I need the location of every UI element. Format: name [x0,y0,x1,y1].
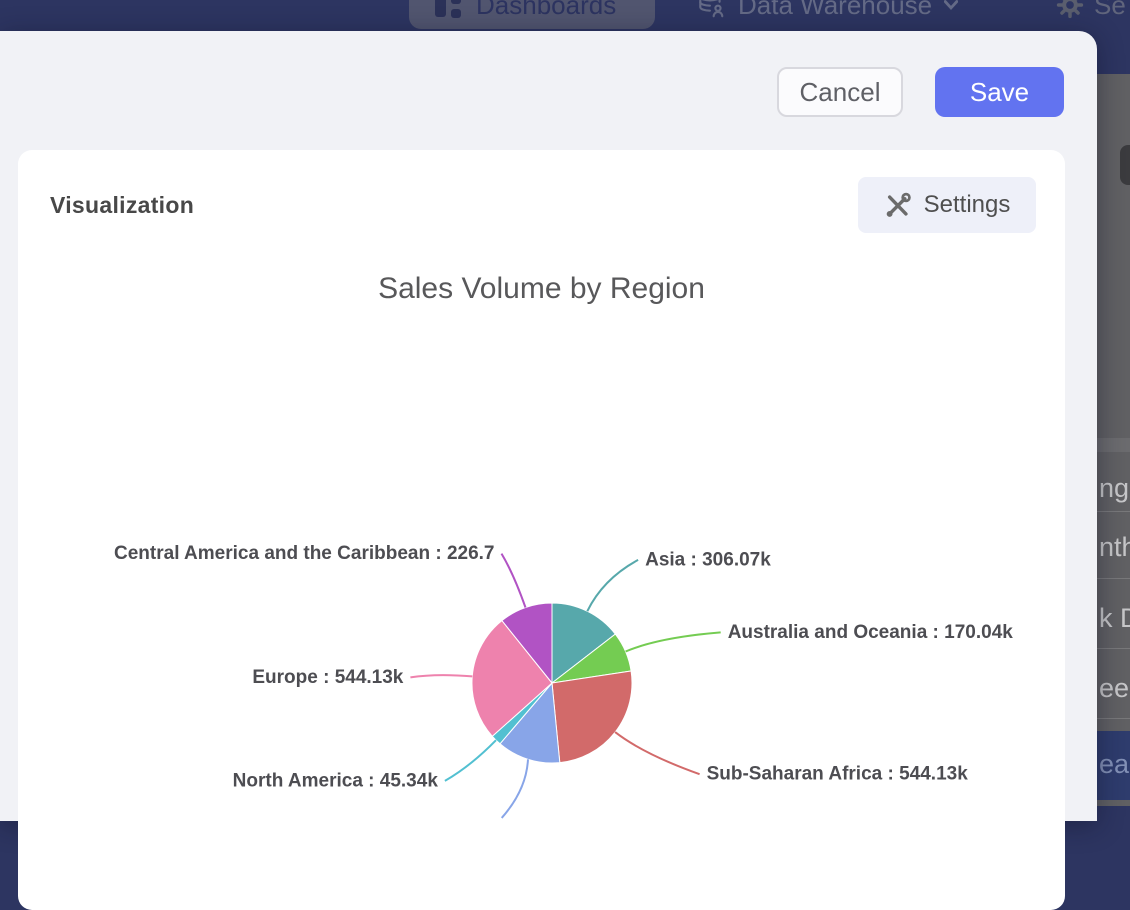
pie-label-central-america-and-the-caribbean: Central America and the Caribbean : 226.… [114,543,494,564]
chevron-down-icon [944,0,958,10]
dimmed-band [1097,438,1130,452]
pie-label-sub-saharan-africa: Sub-Saharan Africa : 544.13k [707,764,969,785]
pie-slice-sub-saharan-africa[interactable] [552,671,632,763]
nav-item-settings[interactable]: Se [1056,0,1126,29]
gear-icon [1056,0,1084,19]
divider [1097,511,1130,512]
dimmed-button-fragment [1120,145,1130,185]
list-item-fragment-week-day: k D [1099,602,1130,634]
list-item-fragment-week: eek [1099,672,1130,704]
nav-tab-dashboards[interactable]: Dashboards [409,0,655,29]
nav-item-settings-label: Se [1094,0,1126,21]
pie-label-europe: Europe : 544.13k [252,667,403,688]
cancel-button[interactable]: Cancel [777,67,903,117]
dimmed-page-strip: nge nth k D eek ear [1097,74,1130,806]
list-item-selected: ear [1097,731,1130,800]
label-line-australia-and-oceania [626,632,721,651]
label-line-asia [587,560,638,611]
list-item-fragment-year: ear [1099,748,1130,780]
divider [1097,648,1130,649]
pie-label-asia: Asia : 306.07k [645,549,771,570]
database-icon [696,0,726,20]
nav-tab-dashboards-label: Dashboards [476,0,616,21]
divider [1097,718,1130,719]
nav-item-data-warehouse-label: Data Warehouse [738,0,932,21]
label-line-europe [410,675,472,677]
divider [1097,578,1130,579]
pie-chart: Asia : 306.07k Australia and Oceania : 17… [18,150,1065,870]
nav-item-data-warehouse[interactable]: Data Warehouse [696,0,958,29]
visualization-card: Visualization Settings Sales Volume by R… [18,150,1065,910]
list-item-fragment-month: nth [1099,531,1130,563]
label-line-sub-saharan-africa [615,732,700,774]
list-item-fragment-range: nge [1099,472,1130,504]
label-line-unlabeled [502,759,528,818]
pie-label-australia-and-oceania: Australia and Oceania : 170.04k [728,622,1014,643]
dashboards-icon [435,0,461,18]
label-line-north-america [445,740,496,781]
save-button[interactable]: Save [935,67,1064,117]
label-line-central-america-and-the-caribbean [502,554,526,608]
pie-label-north-america: North America : 45.34k [233,770,439,791]
visualization-modal: Cancel Save Visualization Settings Sales… [0,31,1097,821]
